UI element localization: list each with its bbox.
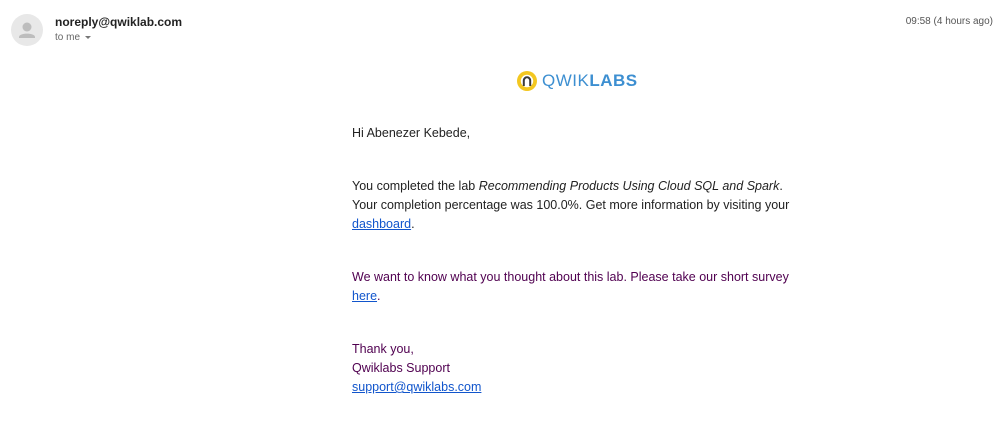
thanks-text: Thank you, [352,342,414,356]
email-timestamp: 09:58 (4 hours ago) [905,16,993,27]
qwiklabs-logo-icon [517,71,537,91]
email-view: noreply@qwiklab.com to me 09:58 (4 hours… [0,0,1005,430]
survey-text: We want to know what you thought about t… [352,270,789,284]
dashboard-link[interactable]: dashboard [352,217,411,231]
survey-paragraph: We want to know what you thought about t… [352,268,792,306]
team-name: Qwiklabs Support [352,361,450,375]
qwiklabs-wordmark: QWIKLABS [542,70,638,92]
greeting: Hi Abenezer Kebede, [352,126,471,140]
completed-suffix: . [779,179,783,193]
sender-avatar[interactable] [11,14,43,46]
percentage-text: Your completion percentage was 100.0%. G… [352,198,790,212]
after-dashboard: . [411,217,415,231]
email-body: Hi Abenezer Kebede, You completed the la… [352,124,792,397]
recipient-details-toggle[interactable]: to me [55,32,92,43]
completion-paragraph: You completed the lab Recommending Produ… [352,177,792,234]
completed-prefix: You completed the lab [352,179,479,193]
survey-link[interactable]: here [352,289,377,303]
after-survey: . [377,289,381,303]
sender-email[interactable]: noreply@qwiklab.com [55,15,182,29]
logo-text-bold: LABS [589,71,638,90]
person-icon [19,22,35,38]
logo-text-light: QWIK [542,71,590,90]
lab-name: Recommending Products Using Cloud SQL an… [478,179,780,193]
support-email-link[interactable]: support@qwiklabs.com [352,380,481,394]
qwiklabs-logo: QWIKLABS [516,69,638,93]
recipient-label: to me [55,32,81,43]
caret-down-icon [85,35,92,39]
signoff: Thank you, Qwiklabs Support support@qwikla… [352,340,792,397]
